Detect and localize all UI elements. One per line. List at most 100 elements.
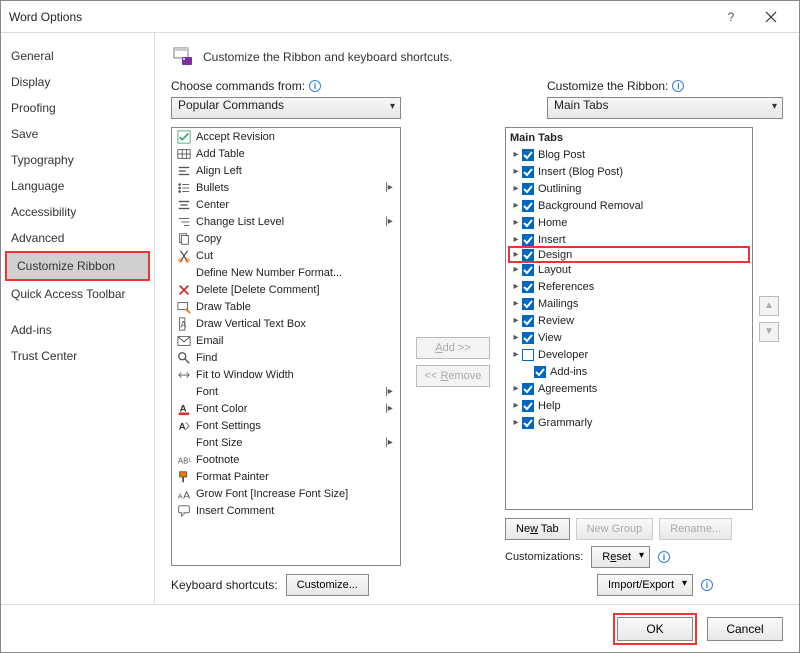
tab-checkbox[interactable] (522, 234, 534, 246)
command-item[interactable]: Fit to Window Width (172, 366, 400, 383)
tab-checkbox[interactable] (522, 298, 534, 310)
nav-add-ins[interactable]: Add-ins (1, 317, 154, 343)
close-button[interactable] (751, 3, 791, 31)
expander-icon[interactable]: ▸ (510, 264, 522, 275)
info-icon[interactable]: i (309, 80, 321, 92)
tab-checkbox[interactable] (522, 166, 534, 178)
rename-button[interactable]: Rename... (659, 518, 732, 540)
expander-icon[interactable]: ▸ (510, 298, 522, 309)
command-item[interactable]: Format Painter (172, 468, 400, 485)
expander-icon[interactable]: ▸ (510, 249, 522, 260)
command-item[interactable]: Add Table (172, 145, 400, 162)
command-item[interactable]: Cut (172, 247, 400, 264)
import-export-dropdown[interactable]: Import/Export (597, 574, 693, 596)
nav-proofing[interactable]: Proofing (1, 95, 154, 121)
nav-accessibility[interactable]: Accessibility (1, 199, 154, 225)
move-down-button[interactable]: ▼ (759, 322, 779, 342)
ribbon-tab-item[interactable]: ▸Agreements (510, 380, 748, 397)
tab-checkbox[interactable] (522, 315, 534, 327)
ribbon-tab-item[interactable]: Add-ins (510, 363, 748, 380)
nav-general[interactable]: General (1, 43, 154, 69)
keyboard-customize-button[interactable]: Customize... (286, 574, 369, 596)
ribbon-tabs-tree[interactable]: Main Tabs ▸Blog Post▸Insert (Blog Post)▸… (505, 127, 753, 510)
nav-trust-center[interactable]: Trust Center (1, 343, 154, 369)
command-item[interactable]: ADraw Vertical Text Box (172, 315, 400, 332)
expander-icon[interactable]: ▸ (510, 349, 522, 360)
choose-commands-select[interactable]: Popular Commands (171, 97, 401, 119)
tab-checkbox[interactable] (522, 183, 534, 195)
commands-listbox[interactable]: Accept RevisionAdd TableAlign LeftBullet… (171, 127, 401, 566)
tab-checkbox[interactable] (522, 417, 534, 429)
info-icon[interactable]: i (701, 579, 713, 591)
command-item[interactable]: AFont Settings (172, 417, 400, 434)
expander-icon[interactable]: ▸ (510, 417, 522, 428)
expander-icon[interactable]: ▸ (510, 234, 522, 245)
expander-icon[interactable]: ▸ (510, 166, 522, 177)
command-item[interactable]: Copy (172, 230, 400, 247)
ok-button[interactable]: OK (617, 617, 693, 641)
command-item[interactable]: Center (172, 196, 400, 213)
tab-checkbox[interactable] (522, 200, 534, 212)
nav-typography[interactable]: Typography (1, 147, 154, 173)
ribbon-tab-item[interactable]: ▸Help (510, 397, 748, 414)
command-item[interactable]: Accept Revision (172, 128, 400, 145)
command-item[interactable]: AAGrow Font [Increase Font Size] (172, 485, 400, 502)
nav-quick-access-toolbar[interactable]: Quick Access Toolbar (1, 281, 154, 307)
cancel-button[interactable]: Cancel (707, 617, 783, 641)
expander-icon[interactable]: ▸ (510, 332, 522, 343)
expander-icon[interactable]: ▸ (510, 315, 522, 326)
tab-checkbox[interactable] (522, 383, 534, 395)
command-item[interactable]: Email (172, 332, 400, 349)
ribbon-tab-item[interactable]: ▸View (510, 329, 748, 346)
command-item[interactable]: AFont Color|▸ (172, 400, 400, 417)
expander-icon[interactable]: ▸ (510, 281, 522, 292)
new-group-button[interactable]: New Group (576, 518, 654, 540)
ribbon-tab-item[interactable]: ▸References (510, 278, 748, 295)
tab-checkbox[interactable] (522, 332, 534, 344)
ribbon-tab-item[interactable]: ▸Review (510, 312, 748, 329)
reset-dropdown[interactable]: Reset (591, 546, 650, 568)
command-item[interactable]: Draw Table (172, 298, 400, 315)
add-button[interactable]: Add >> (416, 337, 490, 359)
command-item[interactable]: Bullets|▸ (172, 179, 400, 196)
ribbon-tab-item[interactable]: ▸Outlining (510, 180, 748, 197)
command-item[interactable]: Find (172, 349, 400, 366)
command-item[interactable]: Delete [Delete Comment] (172, 281, 400, 298)
ribbon-tab-item[interactable]: ▸Developer (510, 346, 748, 363)
ribbon-tab-item[interactable]: ▸Insert (Blog Post) (510, 163, 748, 180)
tab-checkbox[interactable] (522, 264, 534, 276)
nav-customize-ribbon[interactable]: Customize Ribbon (7, 253, 148, 279)
tab-checkbox[interactable] (522, 400, 534, 412)
ribbon-tab-item[interactable]: ▸Grammarly (510, 414, 748, 431)
nav-display[interactable]: Display (1, 69, 154, 95)
nav-save[interactable]: Save (1, 121, 154, 147)
new-tab-button[interactable]: New Tab (505, 518, 570, 540)
nav-language[interactable]: Language (1, 173, 154, 199)
expander-icon[interactable]: ▸ (510, 200, 522, 211)
tab-checkbox[interactable] (522, 281, 534, 293)
ribbon-tab-item[interactable]: ▸Mailings (510, 295, 748, 312)
expander-icon[interactable]: ▸ (510, 217, 522, 228)
ribbon-tab-item[interactable]: ▸Blog Post (510, 146, 748, 163)
tab-checkbox[interactable] (522, 249, 534, 261)
command-item[interactable]: Font|▸ (172, 383, 400, 400)
expander-icon[interactable]: ▸ (510, 400, 522, 411)
move-up-button[interactable]: ▲ (759, 296, 779, 316)
expander-icon[interactable]: ▸ (510, 149, 522, 160)
command-item[interactable]: Font Size|▸ (172, 434, 400, 451)
nav-advanced[interactable]: Advanced (1, 225, 154, 251)
tab-checkbox[interactable] (522, 149, 534, 161)
ribbon-tab-item[interactable]: ▸Background Removal (510, 197, 748, 214)
expander-icon[interactable]: ▸ (510, 183, 522, 194)
expander-icon[interactable]: ▸ (510, 383, 522, 394)
help-button[interactable]: ? (711, 3, 751, 31)
command-item[interactable]: Align Left (172, 162, 400, 179)
remove-button[interactable]: << Remove (416, 365, 490, 387)
ribbon-tab-item[interactable]: ▸Layout (510, 261, 748, 278)
command-item[interactable]: Insert Comment (172, 502, 400, 519)
tab-checkbox[interactable] (522, 349, 534, 361)
command-item[interactable]: Change List Level|▸ (172, 213, 400, 230)
customize-ribbon-select[interactable]: Main Tabs (547, 97, 783, 119)
command-item[interactable]: Define New Number Format... (172, 264, 400, 281)
info-icon[interactable]: i (672, 80, 684, 92)
